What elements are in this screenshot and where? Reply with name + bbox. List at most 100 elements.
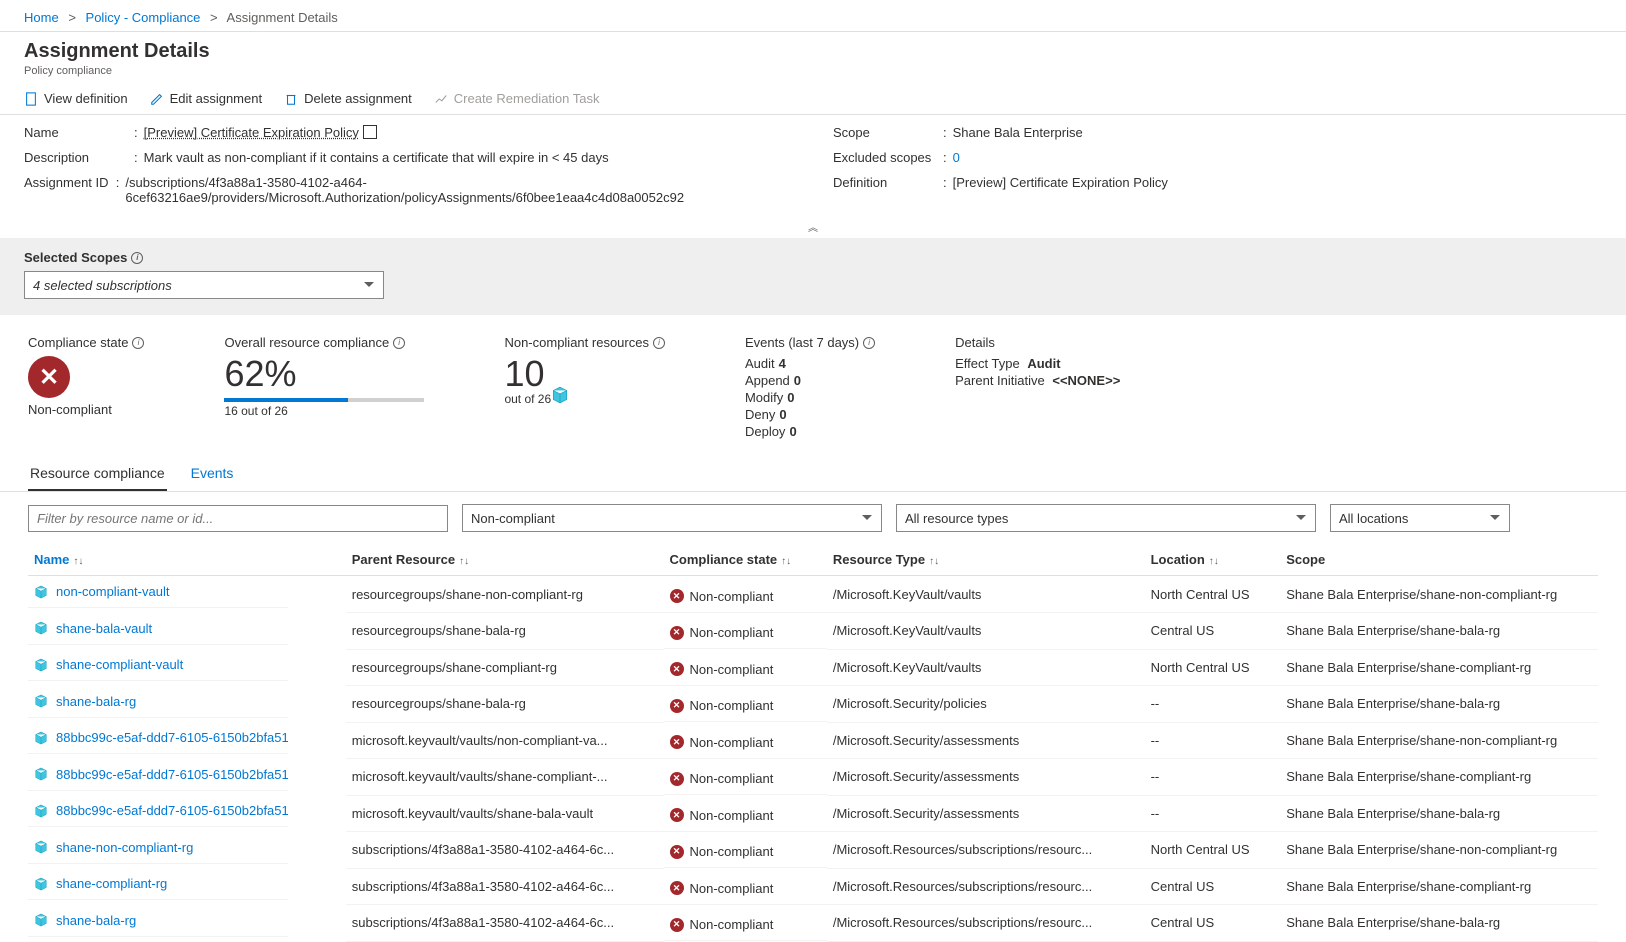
filter-resource-type-dropdown[interactable] (896, 504, 1316, 532)
resource-icon (34, 621, 48, 635)
non-compliant-icon (670, 589, 684, 603)
detail-definition-value: [Preview] Certificate Expiration Policy (953, 175, 1168, 190)
progress-bar (224, 398, 424, 402)
events-stat: Events (last 7 days)i Audit4 Append0 Mod… (745, 335, 875, 441)
col-name[interactable]: Name↑↓ (28, 544, 346, 576)
col-scope[interactable]: Scope (1280, 544, 1598, 576)
info-icon[interactable]: i (393, 337, 405, 349)
resource-link[interactable]: shane-compliant-vault (56, 657, 183, 672)
col-parent[interactable]: Parent Resource↑↓ (346, 544, 664, 576)
cell-location: -- (1145, 759, 1281, 796)
resource-link[interactable]: shane-non-compliant-rg (56, 840, 193, 855)
cell-name: shane-bala-rg (28, 905, 288, 937)
event-modify: Modify0 (745, 390, 875, 405)
breadcrumb-sep: > (210, 10, 218, 25)
table-row[interactable]: 88bbc99c-e5af-ddd7-6105-6150b2bfa519 micr… (28, 722, 1598, 759)
overall-compliance-stat: Overall resource compliancei 62% 16 out … (224, 335, 424, 441)
table-row[interactable]: shane-compliant-rgsubscriptions/4f3a88a1… (28, 868, 1598, 905)
cell-location: Central US (1145, 613, 1281, 650)
breadcrumb: Home > Policy - Compliance > Assignment … (0, 0, 1626, 32)
detail-name-value[interactable]: [Preview] Certificate Expiration Policy (144, 125, 377, 140)
cell-parent: microsoft.keyvault/vaults/non-compliant-… (346, 722, 664, 759)
table-row[interactable]: shane-non-compliant-rgsubscriptions/4f3a… (28, 832, 1598, 869)
resource-icon (34, 731, 48, 745)
cell-name: shane-compliant-vault (28, 649, 288, 681)
breadcrumb-policy[interactable]: Policy - Compliance (86, 10, 201, 25)
table-row[interactable]: shane-bala-vaultresourcegroups/shane-bal… (28, 613, 1598, 650)
sort-icon[interactable]: ↑↓ (73, 556, 83, 567)
resource-link[interactable]: non-compliant-vault (56, 584, 169, 599)
cell-resource-type: /Microsoft.Security/assessments (827, 795, 1145, 832)
cell-resource-type: /Microsoft.Resources/subscriptions/resou… (827, 905, 1145, 942)
resource-link[interactable]: shane-bala-rg (56, 694, 136, 709)
sort-icon[interactable]: ↑↓ (781, 556, 791, 567)
cell-name: shane-compliant-rg (28, 868, 288, 900)
cell-location: North Central US (1145, 576, 1281, 613)
cell-location: -- (1145, 722, 1281, 759)
cell-compliance: Non-compliant (664, 763, 827, 795)
cell-scope: Shane Bala Enterprise/shane-compliant-rg (1280, 649, 1598, 686)
cell-resource-type: /Microsoft.Security/assessments (827, 722, 1145, 759)
event-audit: Audit4 (745, 356, 875, 371)
filter-search-input[interactable] (28, 505, 448, 532)
view-definition-button[interactable]: View definition (24, 91, 128, 106)
detail-excluded-scopes-value[interactable]: 0 (953, 150, 960, 165)
overall-compliance-sub: 16 out of 26 (224, 404, 424, 418)
tab-resource-compliance[interactable]: Resource compliance (28, 459, 167, 491)
cell-location: -- (1145, 795, 1281, 832)
chart-icon (434, 92, 448, 106)
cell-parent: subscriptions/4f3a88a1-3580-4102-a464-6c… (346, 905, 664, 942)
col-compliance[interactable]: Compliance state↑↓ (664, 544, 827, 576)
table-row[interactable]: 88bbc99c-e5af-ddd7-6105-6150b2bfa519 micr… (28, 795, 1598, 832)
cell-compliance: Non-compliant (664, 654, 827, 686)
info-icon[interactable]: i (863, 337, 875, 349)
filter-compliance-dropdown[interactable] (462, 504, 882, 532)
resource-link[interactable]: 88bbc99c-e5af-ddd7-6105-6150b2bfa519 (56, 730, 288, 745)
cell-compliance: Non-compliant (664, 836, 827, 868)
table-row[interactable]: non-compliant-vaultresourcegroups/shane-… (28, 576, 1598, 613)
table-row[interactable]: shane-bala-rg resourcegroups/shane-bala-r… (28, 686, 1598, 723)
cell-location: -- (1145, 686, 1281, 723)
info-icon[interactable]: i (131, 252, 143, 264)
info-icon[interactable]: i (653, 337, 665, 349)
edit-assignment-button[interactable]: Edit assignment (150, 91, 263, 106)
cell-name: 88bbc99c-e5af-ddd7-6105-6150b2bfa519 (28, 722, 288, 754)
sort-icon[interactable]: ↑↓ (1209, 556, 1219, 567)
cell-location: Central US (1145, 905, 1281, 942)
non-compliant-icon (670, 662, 684, 676)
resource-link[interactable]: 88bbc99c-e5af-ddd7-6105-6150b2bfa519 (56, 767, 288, 782)
collapse-caret[interactable]: ︽ (0, 219, 1626, 238)
resource-link[interactable]: shane-bala-rg (56, 913, 136, 928)
col-location[interactable]: Location↑↓ (1145, 544, 1281, 576)
cell-parent: microsoft.keyvault/vaults/shane-complian… (346, 759, 664, 796)
toolbar: View definition Edit assignment Delete a… (0, 83, 1626, 115)
filter-location-dropdown[interactable] (1330, 504, 1510, 532)
cell-scope: Shane Bala Enterprise/shane-bala-rg (1280, 795, 1598, 832)
breadcrumb-home[interactable]: Home (24, 10, 59, 25)
resource-link[interactable]: 88bbc99c-e5af-ddd7-6105-6150b2bfa519 (56, 803, 288, 818)
delete-assignment-button[interactable]: Delete assignment (284, 91, 412, 106)
table-row[interactable]: 88bbc99c-e5af-ddd7-6105-6150b2bfa519 micr… (28, 759, 1598, 796)
info-icon[interactable]: i (132, 337, 144, 349)
selected-scopes-dropdown[interactable] (24, 271, 384, 299)
tab-events[interactable]: Events (189, 459, 236, 491)
tabs: Resource compliance Events (0, 451, 1626, 492)
sort-icon[interactable]: ↑↓ (929, 556, 939, 567)
resource-icon (34, 767, 48, 781)
table-row[interactable]: shane-bala-rg subscriptions/4f3a88a1-3580… (28, 905, 1598, 942)
resource-link[interactable]: shane-bala-vault (56, 621, 152, 636)
non-compliant-resources-sub: out of 26 (504, 392, 665, 406)
detail-scope-value: Shane Bala Enterprise (953, 125, 1083, 140)
cell-parent: resourcegroups/shane-bala-rg (346, 686, 664, 723)
stats-row: Compliance statei Non-compliant Overall … (0, 315, 1626, 451)
col-resource-type[interactable]: Resource Type↑↓ (827, 544, 1145, 576)
cell-name: non-compliant-vault (28, 576, 288, 608)
event-deny: Deny0 (745, 407, 875, 422)
non-compliant-resources-label: Non-compliant resources (504, 335, 649, 350)
copy-icon[interactable] (365, 127, 377, 139)
detail-description-value: Mark vault as non-compliant if it contai… (144, 150, 609, 165)
cell-parent: microsoft.keyvault/vaults/shane-bala-vau… (346, 795, 664, 832)
resource-link[interactable]: shane-compliant-rg (56, 876, 167, 891)
sort-icon[interactable]: ↑↓ (459, 556, 469, 567)
table-row[interactable]: shane-compliant-vaultresourcegroups/shan… (28, 649, 1598, 686)
